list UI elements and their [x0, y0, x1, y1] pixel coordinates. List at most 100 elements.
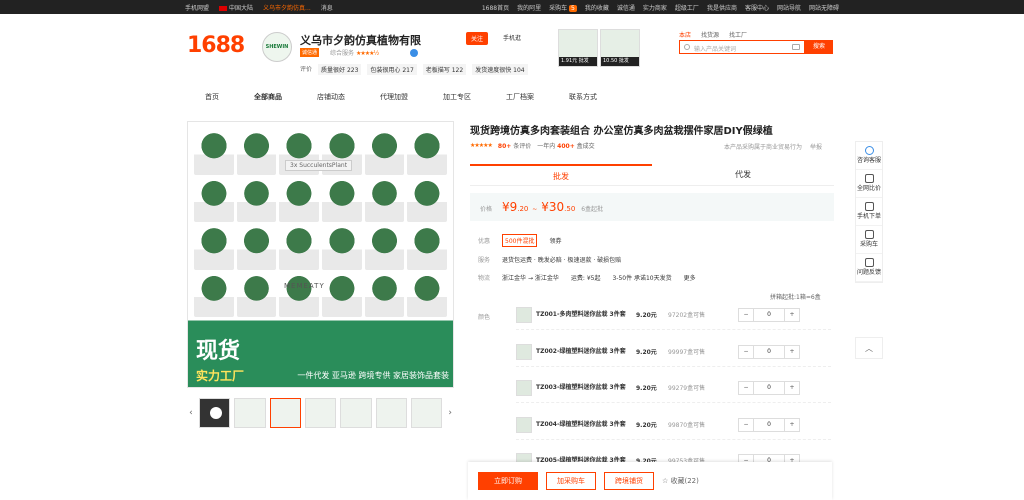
region-selector[interactable]: 中国大陆 [219, 3, 253, 12]
tab-dropship[interactable]: 代发 [652, 164, 834, 185]
increment-button[interactable]: + [785, 346, 799, 358]
plant-image [194, 272, 234, 317]
quantity-stepper: −0 + [738, 417, 800, 432]
promo-banner-1[interactable]: 1.91元 批发 [558, 29, 598, 67]
mobile-browse-link[interactable]: 手机逛 [503, 33, 521, 42]
favorite-button[interactable]: ☆ 收藏(22) [662, 476, 699, 486]
shop-name[interactable]: 义乌市夕韵仿真植物有限 [300, 32, 421, 48]
top-link-accessibility[interactable]: 网站无障碍 [809, 3, 839, 12]
follow-button[interactable]: 关注 [466, 32, 489, 45]
sidebar-mobile-order[interactable]: 手机下单 [856, 198, 882, 226]
plant-image [236, 130, 277, 175]
decrement-button[interactable]: − [739, 382, 753, 394]
back-to-top-button[interactable]: ︿ [855, 337, 883, 359]
report-link[interactable]: 举报 [810, 142, 822, 151]
top-link-credit[interactable]: 诚信通 [617, 3, 635, 12]
top-link-super-factory[interactable]: 超级工厂 [675, 3, 699, 12]
search-icon [684, 44, 690, 50]
nav-shop-news[interactable]: 店铺动态 [317, 92, 345, 102]
thumb-prev-icon[interactable]: ‹ [187, 408, 195, 418]
rating-right: 本产品采购属于商业贸易行为 举报 [724, 142, 822, 151]
thumb-image[interactable] [269, 398, 301, 428]
metric-shipping[interactable]: 发货速度很快 104 [472, 64, 528, 75]
quantity-input[interactable]: 0 [753, 308, 785, 321]
sku-row: TZ002-绿植塑料迷你盆栽 3件套 9.20元 99997盒可售 −0 + [516, 337, 831, 367]
top-link-favorites[interactable]: 我的收藏 [585, 3, 609, 12]
decrement-button[interactable]: − [739, 419, 753, 431]
search-input[interactable]: 输入产品关键词 [679, 40, 805, 54]
metric-packaging[interactable]: 包装很用心 217 [367, 64, 417, 75]
sidebar-service[interactable]: 咨询客服 [856, 142, 882, 170]
thumb-image[interactable] [410, 398, 443, 428]
buy-now-button[interactable]: 立即订购 [478, 472, 538, 490]
top-link-my-ali[interactable]: 我的阿里 [517, 3, 541, 12]
search-tab-source[interactable]: 找货源 [701, 30, 719, 39]
price-high-decimal: .50 [564, 205, 576, 213]
nav-home[interactable]: 首页 [205, 92, 219, 102]
price-low-main: ¥9 [501, 200, 518, 214]
top-link-sitemap[interactable]: 网站导航 [777, 3, 801, 12]
quantity-input[interactable]: 0 [753, 345, 785, 358]
search-button[interactable]: 搜索 [805, 40, 833, 54]
sku-price: 9.20元 [636, 422, 657, 429]
thumb-image[interactable] [340, 398, 372, 428]
service-value[interactable]: 退货包运费 · 晚发必赔 · 极速退款 · 破损包赔 [502, 255, 621, 264]
add-to-cart-button[interactable]: 加采购车 [546, 472, 596, 490]
price-low: ¥9.20 [502, 200, 528, 214]
thumb-next-icon[interactable]: › [446, 408, 454, 418]
increment-button[interactable]: + [785, 309, 799, 321]
cross-border-button[interactable]: 跨境铺货 [604, 472, 654, 490]
top-link-service[interactable]: 客服中心 [745, 3, 769, 12]
top-link-mobile[interactable]: 手机网盟 [185, 3, 209, 12]
logistics-more[interactable]: 更多 [684, 273, 696, 282]
promo-banner-2[interactable]: 10.50 批发 [600, 29, 640, 67]
metric-quality[interactable]: 质量很好 223 [318, 64, 362, 75]
sidebar-cart[interactable]: 采购车 [856, 226, 882, 254]
thumb-image[interactable] [375, 398, 407, 428]
top-link-home[interactable]: 1688首页 [482, 3, 509, 12]
thumb-image[interactable] [234, 398, 266, 428]
decrement-button[interactable]: − [739, 346, 753, 358]
nav-factory-profile[interactable]: 工厂档案 [506, 92, 534, 102]
price-box: 价格 ¥9.20 ~ ¥30.50 6盒起批 [470, 193, 834, 221]
quantity-input[interactable]: 0 [753, 418, 785, 431]
site-logo[interactable]: 1688 [187, 33, 245, 58]
top-link-messages[interactable]: 消息 [321, 3, 333, 12]
camera-icon[interactable] [792, 44, 800, 50]
nav-contact[interactable]: 联系方式 [569, 92, 597, 102]
top-link-shop[interactable]: 义乌市夕韵仿真... [263, 3, 311, 12]
top-link-strong-merchant[interactable]: 实力商家 [643, 3, 667, 12]
coupon-link[interactable]: 领券 [549, 236, 561, 245]
logistics-route[interactable]: 浙江金华 → 浙江金华 [502, 273, 559, 282]
shop-avatar[interactable]: SHEWIN [262, 32, 292, 62]
cn-flag-icon [219, 5, 228, 11]
top-link-supplier[interactable]: 我是供应商 [707, 3, 737, 12]
increment-button[interactable]: + [785, 419, 799, 431]
sku-thumb[interactable] [516, 416, 532, 433]
metric-description[interactable]: 老板描写 122 [422, 64, 467, 75]
sku-thumb[interactable] [516, 379, 532, 396]
product-main-image[interactable]: 3x SucculentsPlant MEMEATY 现货 实力工厂 一件代发 … [187, 121, 454, 388]
decrement-button[interactable]: − [739, 309, 753, 321]
cart-label: 采购车 [549, 4, 568, 12]
quantity-input[interactable]: 0 [753, 381, 785, 394]
action-bar: 立即订购 加采购车 跨境铺货 ☆ 收藏(22) [468, 462, 832, 500]
nav-all-products[interactable]: 全部商品 [254, 92, 282, 102]
sku-thumb[interactable] [516, 306, 532, 323]
sidebar-compare[interactable]: 全网比价 [856, 170, 882, 198]
tab-wholesale[interactable]: 批发 [470, 164, 652, 185]
sku-thumb[interactable] [516, 343, 532, 360]
plant-image [236, 225, 277, 270]
sold-info: 一年内 400+ 盒成交 [537, 141, 594, 150]
thumb-image[interactable] [304, 398, 337, 428]
nav-processing[interactable]: 加工专区 [443, 92, 471, 102]
increment-button[interactable]: + [785, 382, 799, 394]
top-link-cart[interactable]: 采购车 5 [549, 3, 577, 12]
reviews-label: 条评价 [513, 143, 532, 150]
search-tab-shop[interactable]: 本店 [679, 30, 691, 39]
sidebar-feedback[interactable]: 问题反馈 [856, 254, 882, 282]
thumb-video[interactable] [198, 398, 231, 428]
nav-franchise[interactable]: 代理加盟 [380, 92, 408, 102]
reviews-link[interactable]: 80+ 条评价 [498, 141, 531, 150]
search-tab-factory[interactable]: 找工厂 [729, 30, 747, 39]
